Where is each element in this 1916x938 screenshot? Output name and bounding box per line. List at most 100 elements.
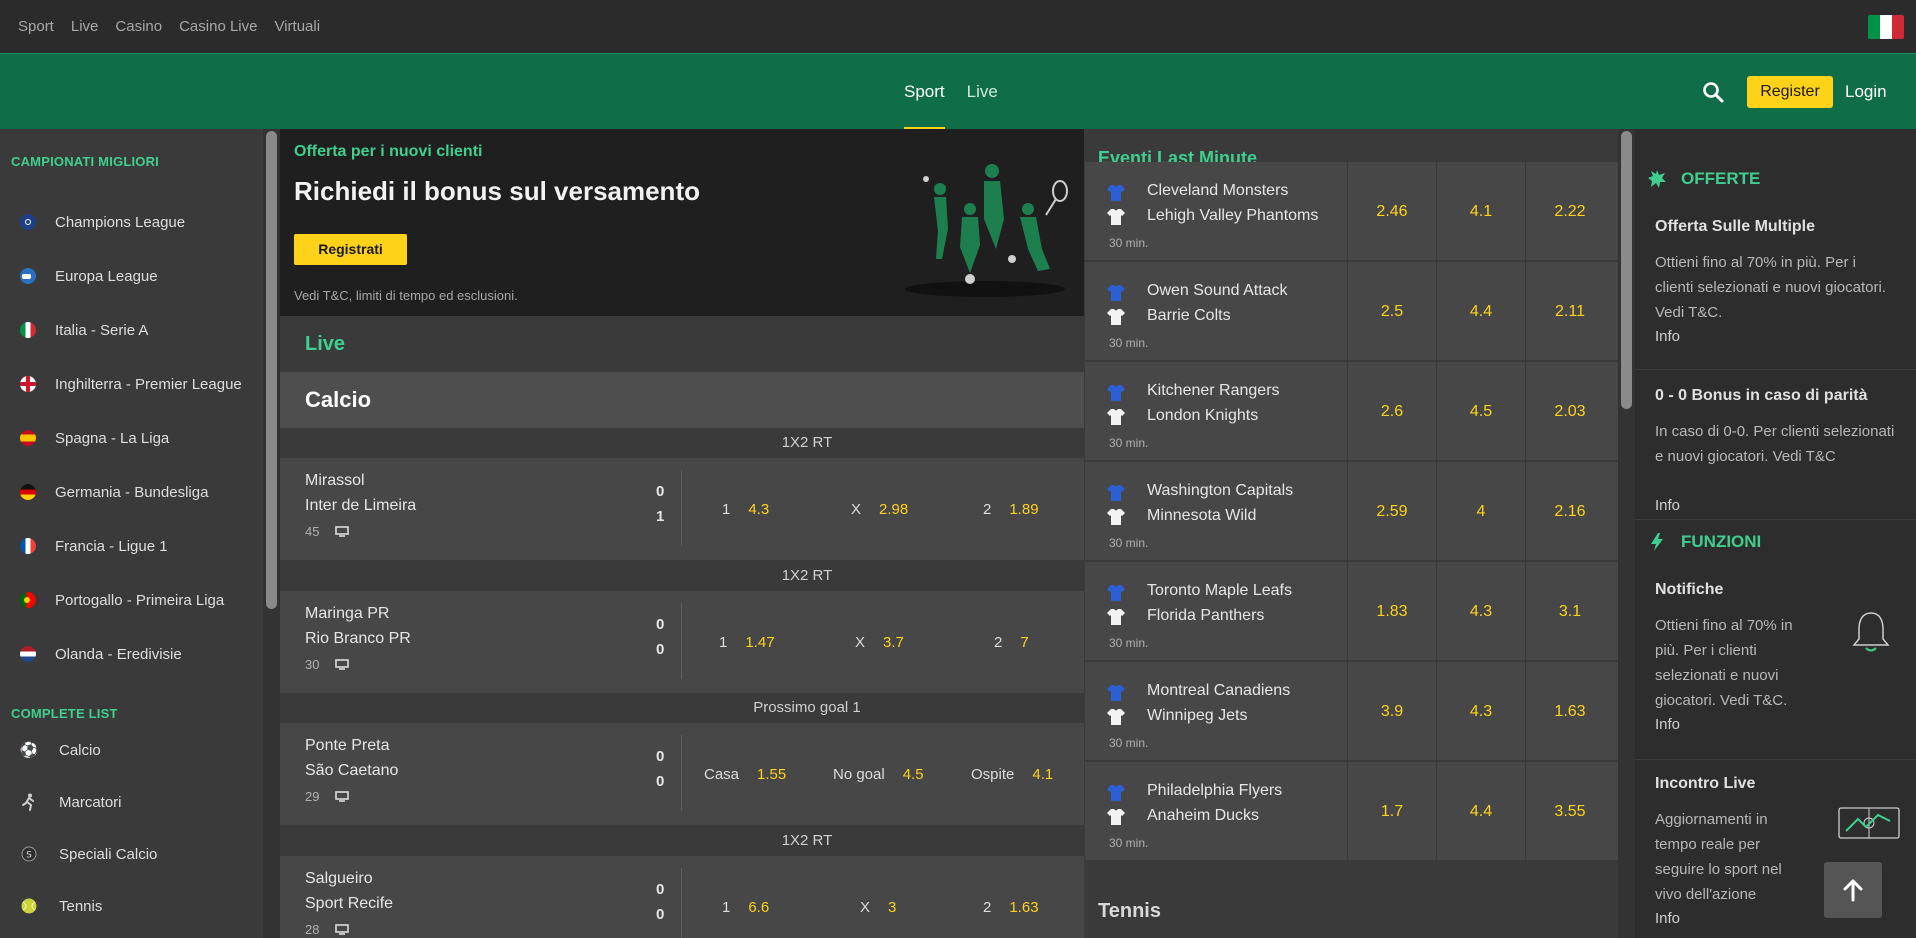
search-icon[interactable] xyxy=(1702,81,1724,103)
odd-button-1[interactable]: 1 6.6 xyxy=(722,856,769,938)
login-button[interactable]: Login xyxy=(1845,82,1887,102)
sidebar-item-primeira-liga[interactable]: Portogallo - Primeira Liga xyxy=(0,573,263,627)
topnav-live[interactable]: Live xyxy=(71,18,99,35)
promo-terms[interactable]: Vedi T&C, limiti di tempo ed esclusioni. xyxy=(294,288,518,303)
sidebar-scrollbar[interactable] xyxy=(263,129,280,938)
tv-stream-icon[interactable] xyxy=(335,526,349,537)
topnav-sport[interactable]: Sport xyxy=(18,18,54,35)
odd-button[interactable]: 2.46 xyxy=(1347,162,1436,262)
sidebar-item-tennis[interactable]: Tennis xyxy=(0,880,263,932)
sidebar-item-bundesliga[interactable]: Germania - Bundesliga xyxy=(0,465,263,519)
odd-button[interactable]: 4.4 xyxy=(1436,262,1525,362)
last-minute-event-row[interactable]: Kitchener Rangers London Knights 30 min. 2.… xyxy=(1085,362,1618,462)
topnav-casino[interactable]: Casino xyxy=(115,18,162,35)
events-scrollbar[interactable] xyxy=(1618,129,1635,938)
italy-flag-icon[interactable] xyxy=(1868,15,1904,39)
last-minute-event-row[interactable]: Montreal Canadiens Winnipeg Jets 30 min. 3.… xyxy=(1085,662,1618,762)
top-leagues-heading: CAMPIONATI MIGLIORI xyxy=(11,154,159,169)
odd-button-2[interactable]: 2 1.89 xyxy=(983,458,1039,560)
odd-button-2[interactable]: 2 1.63 xyxy=(983,856,1039,938)
event-start-time: 30 min. xyxy=(1109,836,1149,850)
sidebar-item-eredivisie[interactable]: Olanda - Eredivisie xyxy=(0,627,263,681)
odd-button-casa[interactable]: Casa 1.55 xyxy=(704,723,786,825)
sidebar-item-ligue-1[interactable]: Francia - Ligue 1 xyxy=(0,519,263,573)
functions-heading: FUNZIONI xyxy=(1647,532,1761,552)
odd-button-2[interactable]: 27 xyxy=(994,591,1029,693)
live-match-tracker-icon xyxy=(1838,807,1900,839)
last-minute-event-row[interactable]: Toronto Maple Leafs Florida Panthers 30 mi… xyxy=(1085,562,1618,662)
sidebar-item-serie-a[interactable]: Italia - Serie A xyxy=(0,303,263,357)
home-team: Montreal Canadiens xyxy=(1147,682,1291,699)
odd-button[interactable]: 3.9 xyxy=(1347,662,1436,762)
odd-button[interactable]: 2.03 xyxy=(1525,362,1614,462)
odd-button-x[interactable]: X3 xyxy=(860,856,896,938)
live-match-row[interactable]: Maringa PR Rio Branco PR 30 0 0 1 1.47 X3… xyxy=(280,591,1084,693)
sidebar-item-champions-league[interactable]: Champions League xyxy=(0,195,263,249)
registrati-button[interactable]: Registrati xyxy=(294,234,407,265)
live-section-title[interactable]: Live xyxy=(280,316,1084,372)
topnav-casino-live[interactable]: Casino Live xyxy=(179,18,257,35)
topnav-virtuali[interactable]: Virtuali xyxy=(274,18,320,35)
odd-button[interactable]: 1.63 xyxy=(1525,662,1614,762)
scrollbar-thumb[interactable] xyxy=(266,131,277,609)
odd-value: 1.55 xyxy=(757,765,787,783)
divider xyxy=(681,603,682,679)
odd-button[interactable]: 2.5 xyxy=(1347,262,1436,362)
odd-button[interactable]: 2.22 xyxy=(1525,162,1614,262)
sidebar-item-europa-league[interactable]: Europa League xyxy=(0,249,263,303)
sport-title-calcio: Calcio xyxy=(280,372,1084,428)
tennis-ball-icon xyxy=(20,897,38,915)
scroll-to-top-button[interactable] xyxy=(1824,862,1882,918)
tennis-section-title[interactable]: Tennis xyxy=(1098,900,1161,923)
odd-button[interactable]: 4.1 xyxy=(1436,162,1525,262)
sidebar-item-la-liga[interactable]: Spagna - La Liga xyxy=(0,411,263,465)
odd-button[interactable]: 2.11 xyxy=(1525,262,1614,362)
odd-button[interactable]: 2.16 xyxy=(1525,462,1614,562)
odd-button-x[interactable]: X 3.7 xyxy=(855,591,904,693)
odd-button[interactable]: 4.3 xyxy=(1436,562,1525,662)
odd-button[interactable]: 2.59 xyxy=(1347,462,1436,562)
sidebar-item-calcio[interactable]: ⚽ Calcio xyxy=(0,724,263,776)
last-minute-event-row[interactable]: Owen Sound Attack Barrie Colts 30 min. 2.5 4… xyxy=(1085,262,1618,362)
odd-button[interactable]: 3.1 xyxy=(1525,562,1614,662)
odd-button[interactable]: 4 xyxy=(1436,462,1525,562)
odd-button-ospite[interactable]: Ospite 4.1 xyxy=(971,723,1053,825)
odd-button-x[interactable]: X 2.98 xyxy=(851,458,908,560)
odd-button[interactable]: 1.83 xyxy=(1347,562,1436,662)
tv-stream-icon[interactable] xyxy=(335,659,349,670)
sidebar-item-label: Francia - Ligue 1 xyxy=(55,537,168,555)
athletes-illustration xyxy=(905,164,1068,297)
last-minute-event-row[interactable]: Philadelphia Flyers Anaheim Ducks 30 min. 1… xyxy=(1085,762,1618,862)
odd-button[interactable]: 1.7 xyxy=(1347,762,1436,862)
tab-live[interactable]: Live xyxy=(967,54,998,130)
odd-button[interactable]: 2.6 xyxy=(1347,362,1436,462)
odd-button-1[interactable]: 1 4.3 xyxy=(722,458,769,560)
register-button[interactable]: Register xyxy=(1747,76,1833,108)
sidebar-item-speciali-calcio[interactable]: S Speciali Calcio xyxy=(0,828,263,880)
feature-info-link[interactable]: Info xyxy=(1655,910,1680,927)
odd-label: Casa xyxy=(704,765,740,783)
tv-stream-icon[interactable] xyxy=(335,924,349,935)
odd-button-no-goal[interactable]: No goal 4.5 xyxy=(833,723,924,825)
odd-button[interactable]: 3.55 xyxy=(1525,762,1614,862)
scrollbar-thumb[interactable] xyxy=(1621,131,1632,409)
offer-info-link[interactable]: Info xyxy=(1655,497,1680,514)
odd-button[interactable]: 4.4 xyxy=(1436,762,1525,862)
sidebar-item-label: Europa League xyxy=(55,267,158,285)
feature-info-link[interactable]: Info xyxy=(1655,716,1680,733)
live-match-row[interactable]: Ponte Preta São Caetano 29 0 0 Casa 1.55 … xyxy=(280,723,1084,825)
odd-button[interactable]: 4.3 xyxy=(1436,662,1525,762)
tv-stream-icon[interactable] xyxy=(335,791,349,802)
odd-button[interactable]: 4.5 xyxy=(1436,362,1525,462)
sidebar-item-premier-league[interactable]: Inghilterra - Premier League xyxy=(0,357,263,411)
away-jersey-icon xyxy=(1107,309,1125,325)
sidebar-item-marcatori[interactable]: Marcatori xyxy=(0,776,263,828)
away-jersey-icon xyxy=(1107,609,1125,625)
last-minute-event-row[interactable]: Washington Capitals Minnesota Wild 30 min.… xyxy=(1085,462,1618,562)
live-match-row[interactable]: Salgueiro Sport Recife 28 0 0 1 6.6 X3 21… xyxy=(280,856,1084,938)
live-match-row[interactable]: Mirassol Inter de Limeira 45 0 1 1 4.3 X2… xyxy=(280,458,1084,560)
last-minute-event-row[interactable]: Cleveland Monsters Lehigh Valley Phantoms… xyxy=(1085,162,1618,262)
tab-sport[interactable]: Sport xyxy=(904,54,945,130)
odd-button-1[interactable]: 1 1.47 xyxy=(719,591,775,693)
offer-info-link[interactable]: Info xyxy=(1655,328,1680,345)
